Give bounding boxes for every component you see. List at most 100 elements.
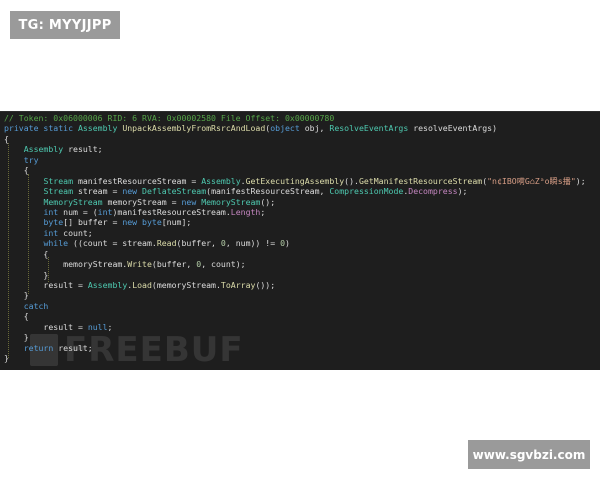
code-token: result =	[4, 280, 88, 290]
code-token: {	[4, 133, 9, 144]
code-token: ();	[260, 196, 276, 207]
code-token: }	[4, 332, 29, 343]
code-token: );	[575, 175, 586, 186]
code-token: Read	[156, 238, 177, 249]
code-line: Stream stream = new DeflateStream(manife…	[4, 186, 600, 196]
code-editor[interactable]: FREEBUF // Token: 0x06000006 RID: 6 RVA:…	[0, 111, 600, 370]
code-token: (buffer,	[176, 238, 221, 249]
code-token: new	[122, 217, 143, 228]
code-line: try	[4, 155, 600, 165]
code-token: [num];	[161, 217, 192, 228]
code-token: ;	[107, 321, 113, 332]
code-token: null	[87, 321, 108, 332]
code-token: ().	[344, 175, 359, 186]
tg-badge: TG: MYYJJPP	[10, 11, 120, 39]
code-line: private static Assembly UnpackAssemblyFr…	[4, 123, 600, 133]
code-token: stream =	[77, 186, 123, 197]
code-token: UnpackAssemblyFromRsrcAndLoad	[122, 123, 266, 134]
code-line: }	[4, 290, 600, 300]
code-token: try	[23, 154, 39, 165]
code-token: MemoryStream	[43, 196, 108, 207]
code-token: GetManifestResourceStream	[358, 175, 483, 186]
code-token: )	[285, 238, 290, 249]
code-token: result;	[68, 144, 103, 155]
code-line: result = Assembly.Load(memoryStream.ToAr…	[4, 280, 600, 290]
code-text: // Token: 0x06000006 RID: 6 RVA: 0x00002…	[4, 113, 600, 364]
code-token: new	[122, 186, 143, 197]
code-token: );	[457, 186, 468, 197]
code-token: Assembly	[87, 280, 128, 290]
code-token: Decompress	[408, 186, 458, 197]
code-line: return result;	[4, 343, 600, 353]
site-badge: www.sgvbzi.com	[468, 440, 590, 469]
code-line: }	[4, 332, 600, 342]
code-token: memoryStream.	[4, 259, 128, 270]
code-line: Stream manifestResourceStream = Assembly…	[4, 176, 600, 186]
code-line: memoryStream.Write(buffer, 0, count);	[4, 259, 600, 269]
code-token: GetExecutingAssembly	[245, 175, 345, 186]
code-token: obj,	[304, 123, 330, 134]
code-line: {	[4, 165, 600, 175]
code-token: Write	[127, 259, 152, 270]
code-token: ResolveEventArgs	[329, 123, 414, 134]
code-token: , num)) !=	[225, 238, 281, 249]
code-token: Assembly	[77, 123, 123, 134]
code-token: ((count = stream.	[73, 238, 157, 249]
code-line: MemoryStream memoryStream = new MemorySt…	[4, 197, 600, 207]
code-token: result =	[4, 321, 88, 332]
code-token: catch	[23, 300, 49, 311]
code-token: int	[97, 206, 113, 217]
code-token: {	[4, 165, 29, 176]
code-line: // Token: 0x06000006 RID: 6 RVA: 0x00002…	[4, 113, 600, 123]
code-token: int	[43, 206, 64, 217]
code-token: object	[270, 123, 305, 134]
code-line: catch	[4, 301, 600, 311]
code-token: ;	[260, 206, 266, 217]
code-token: Stream	[43, 175, 78, 186]
code-token: result;	[58, 342, 93, 353]
code-token: Assembly	[201, 175, 241, 186]
code-token: )manifestResourceStream.	[112, 206, 231, 217]
code-token: , count);	[201, 259, 246, 270]
code-token: byte	[142, 217, 162, 228]
code-token: "n¢IBO嗬G⌂Zᵃo瞬s播"	[487, 175, 576, 186]
code-token: Length	[230, 206, 261, 217]
code-token: (buffer,	[151, 259, 197, 270]
code-token: Assembly	[23, 144, 69, 155]
code-line: byte[] buffer = new byte[num];	[4, 217, 600, 227]
code-line: }	[4, 270, 600, 280]
code-token: int	[43, 227, 64, 238]
code-token: {	[4, 248, 49, 259]
code-token: while	[43, 238, 74, 249]
code-token: return	[23, 342, 59, 353]
code-token: ());	[255, 280, 276, 290]
code-token: }	[4, 269, 49, 280]
code-token: // Token: 0x06000006 RID: 6 RVA: 0x00002…	[4, 113, 335, 123]
code-line: result = null;	[4, 322, 600, 332]
code-token: ToArray	[220, 280, 256, 290]
code-token: DeflateStream	[142, 186, 207, 197]
code-line: }	[4, 353, 600, 363]
code-line: while ((count = stream.Read(buffer, 0, n…	[4, 238, 600, 248]
code-line: {	[4, 134, 600, 144]
code-token: memoryStream =	[107, 196, 182, 207]
code-token: [] buffer =	[63, 217, 123, 228]
code-token: {	[4, 311, 29, 322]
code-token: resolveEventArgs)	[413, 123, 498, 134]
code-token: byte	[43, 217, 64, 228]
code-token: MemoryStream	[201, 196, 261, 207]
code-line: {	[4, 311, 600, 321]
code-token: manifestResourceStream =	[77, 175, 202, 186]
code-token: count;	[63, 227, 93, 238]
code-token: Load	[132, 280, 152, 290]
code-token: }	[4, 353, 9, 364]
